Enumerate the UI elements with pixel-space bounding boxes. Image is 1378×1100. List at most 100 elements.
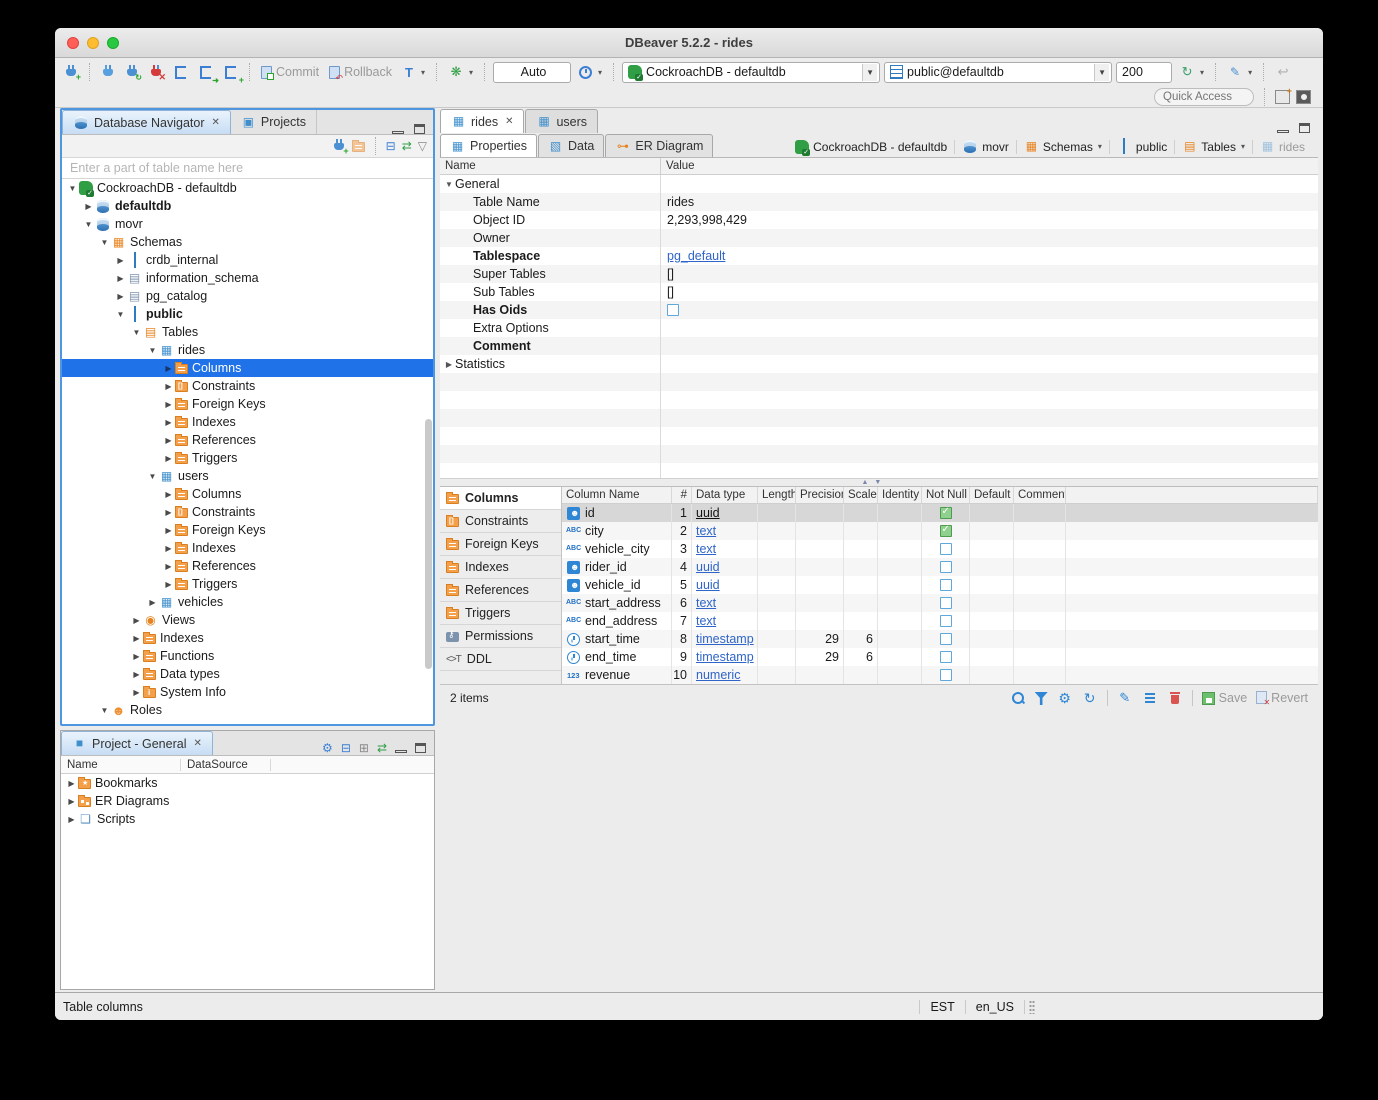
connect-button[interactable] [98,61,118,83]
property-row-sub-tables[interactable]: Sub Tables[] [440,283,1318,301]
quick-access-input[interactable] [1154,88,1254,106]
commit-mode-combo[interactable]: Auto [493,62,571,83]
chevron-down-icon[interactable]: ▼ [862,64,877,81]
property-row-super-tables[interactable]: Super Tables[] [440,265,1318,283]
expander-icon[interactable]: ▶ [162,382,175,391]
property-row-object-id[interactable]: Object ID2,293,998,429 [440,211,1318,229]
tree-item-views[interactable]: ▶◉Views [62,611,433,629]
tree-item-system-info[interactable]: ▶System Info [62,683,433,701]
expander-icon[interactable]: ▼ [146,472,159,481]
data-type-cell[interactable]: text [692,540,758,558]
transaction-mode-button[interactable]: T▾ [399,61,428,83]
schema-combo[interactable]: public@defaultdb ▼ [884,62,1112,83]
not-null-cell[interactable] [922,612,970,630]
property-row-statistics[interactable]: ▶Statistics [440,355,1318,373]
properties-header-name[interactable]: Name [440,160,660,172]
grid-header-precision[interactable]: Precision [796,487,844,503]
object-tab-triggers[interactable]: Triggers [440,602,561,625]
expander-icon[interactable]: ▶ [114,274,127,283]
tree-item-constraints[interactable]: ▶Constraints [62,377,433,395]
project-item-bookmarks[interactable]: ▶Bookmarks [61,774,434,792]
expander-icon[interactable]: ▶ [162,562,175,571]
object-tab-constraints[interactable]: Constraints [440,510,561,533]
data-type-cell[interactable]: timestamp [692,630,758,648]
tree-item-movr[interactable]: ▼movr [62,215,433,233]
object-tab-columns[interactable]: Columns [440,487,561,510]
expander-icon[interactable]: ▶ [65,779,78,788]
column-row-rider-id[interactable]: rider_id4uuid [562,558,1318,576]
sash-collapse-icons[interactable]: ▲▼ [861,479,887,486]
property-row-tablespace[interactable]: Tablespacepg_default [440,247,1318,265]
expander-icon[interactable]: ▶ [65,815,78,824]
editor-tab-rides[interactable]: ▦rides✕ [440,109,524,133]
expander-icon[interactable]: ▼ [82,220,95,229]
data-type-link[interactable]: uuid [696,506,720,520]
not-null-cell[interactable] [922,504,970,522]
tree-item-cockroachdb-defaultdb[interactable]: ▼CockroachDB - defaultdb [62,179,433,197]
tree-item-columns[interactable]: ▶Columns [62,359,433,377]
debug-button[interactable]: ❋▾ [445,61,476,83]
breadcrumb-item-rides[interactable]: ▦rides [1255,139,1310,154]
expander-icon[interactable]: ▶ [82,202,95,211]
breadcrumb-item-tables[interactable]: ▤Tables▾ [1177,139,1250,154]
project-item-scripts[interactable]: ▶❏Scripts [61,810,434,828]
breadcrumb-item-movr[interactable]: movr [957,140,1014,154]
expander-icon[interactable]: ▼ [98,238,111,247]
column-row-start-time[interactable]: start_time8timestamp296 [562,630,1318,648]
tree-item-pg-catalog[interactable]: ▶▤pg_catalog [62,287,433,305]
not-null-checkbox[interactable] [940,669,952,681]
undo-navigation-button[interactable]: ↩ [1272,61,1294,83]
refresh-button[interactable]: ↻▾ [1176,61,1207,83]
expander-icon[interactable]: ▶ [130,652,143,661]
new-connection-button[interactable]: + [61,61,81,83]
tree-item-defaultdb[interactable]: ▶defaultdb [62,197,433,215]
maximize-editor-icon[interactable] [1299,123,1310,133]
tab-er-diagram[interactable]: ⊶ER Diagram [605,134,713,157]
data-type-link[interactable]: timestamp [696,632,754,646]
not-null-checkbox[interactable] [940,579,952,591]
data-type-link[interactable]: uuid [696,578,720,592]
expander-icon[interactable]: ▶ [162,400,175,409]
link-with-editor-icon[interactable]: ⇄ [402,139,412,153]
column-row-city[interactable]: city2text [562,522,1318,540]
collapse-all-icon[interactable]: ⊟ [386,139,396,153]
add-row-icon[interactable] [1142,690,1158,706]
tree-item-crdb-internal[interactable]: ▶crdb_internal [62,251,433,269]
expander-icon[interactable]: ▶ [162,364,175,373]
tree-item-users[interactable]: ▼▦users [62,467,433,485]
not-null-cell[interactable] [922,666,970,684]
data-type-cell[interactable]: numeric [692,666,758,684]
grid-header-length[interactable]: Length [758,487,796,503]
column-row-vehicle-id[interactable]: vehicle_id5uuid [562,576,1318,594]
object-tab-indexes[interactable]: Indexes [440,556,561,579]
data-type-cell[interactable]: timestamp [692,648,758,666]
expander-icon[interactable]: ▶ [130,634,143,643]
expander-icon[interactable]: ▼ [146,346,159,355]
expand-all-icon[interactable]: ⊞ [359,741,369,755]
disconnect-button[interactable]: ✕ [146,61,166,83]
grid-header-not-null[interactable]: Not Null [922,487,970,503]
open-sql-console-button[interactable]: ➜ [195,61,216,83]
tree-item-rides[interactable]: ▼▦rides [62,341,433,359]
data-type-cell[interactable]: uuid [692,558,758,576]
property-row-has-oids[interactable]: Has Oids [440,301,1318,319]
close-icon[interactable]: ✕ [211,117,219,128]
expander-icon[interactable]: ▶ [162,508,175,517]
minimize-panel-icon[interactable] [395,750,407,753]
tree-item-triggers[interactable]: ▶Triggers [62,449,433,467]
breadcrumb-item-cockroachdb-defaultdb[interactable]: CockroachDB - defaultdb [790,140,952,154]
tree-item-references[interactable]: ▶References [62,431,433,449]
expander-icon[interactable]: ▶ [114,256,127,265]
tab-data[interactable]: ▧Data [538,134,604,157]
tree-item-data-types[interactable]: ▶Data types [62,665,433,683]
tree-item-triggers[interactable]: ▶Triggers [62,575,433,593]
breadcrumb-item-public[interactable]: public [1112,139,1172,154]
not-null-cell[interactable] [922,558,970,576]
tree-item-indexes[interactable]: ▶Indexes [62,539,433,557]
data-type-cell[interactable]: text [692,594,758,612]
filter-icon[interactable] [1035,692,1048,705]
expander-icon[interactable]: ▶ [162,544,175,553]
chevron-down-icon[interactable]: ▾ [1241,142,1245,151]
data-type-link[interactable]: numeric [696,668,740,682]
tree-item-tables[interactable]: ▼▤Tables [62,323,433,341]
